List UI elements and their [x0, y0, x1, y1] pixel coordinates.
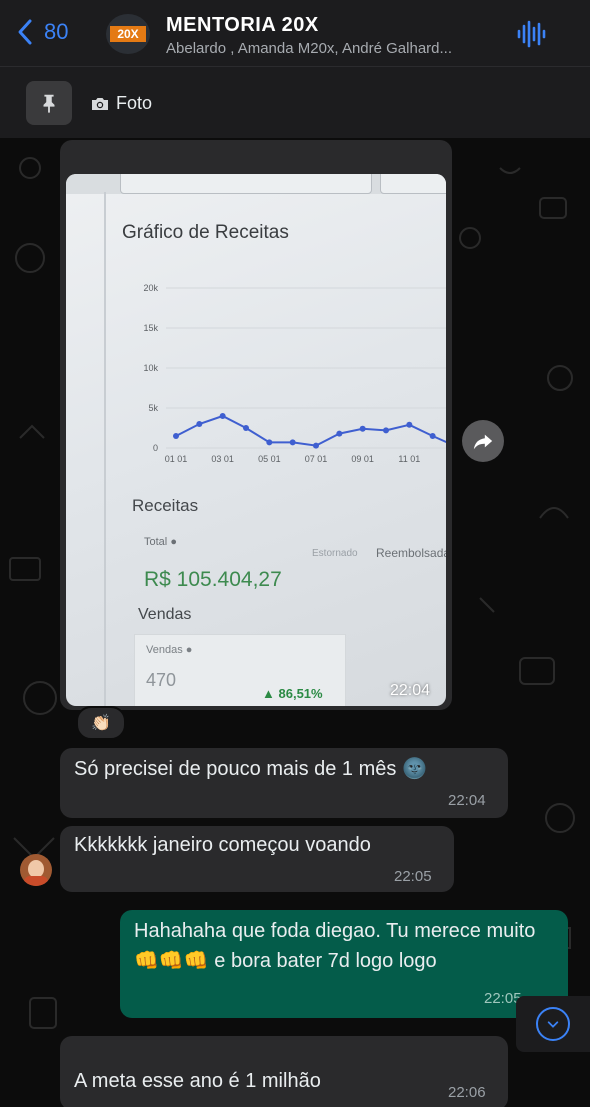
chart-data-point — [219, 413, 226, 419]
photo-total-label: Total ● — [144, 536, 177, 548]
chart-data-point — [336, 430, 343, 437]
chart-x-tick-label: 09 01 — [351, 454, 374, 464]
photo-vendas-value: 470 — [146, 670, 177, 690]
forward-button[interactable] — [462, 420, 504, 462]
chat-participants[interactable]: Abelardo , Amanda M20x, André Galhard... — [166, 40, 496, 57]
message-text: Hahahaha que foda diegao. Tu merece muit… — [134, 920, 536, 972]
message-bubble[interactable]: A meta esse ano é 1 milhão 22:06 — [60, 1036, 508, 1107]
chart-data-point — [383, 427, 389, 434]
message-bubble-outgoing[interactable]: Hahahaha que foda diegao. Tu merece muit… — [120, 910, 568, 1018]
chart-series-line — [175, 414, 446, 447]
photo-vendas-change: ▲ 86,51% — [262, 686, 323, 701]
message-text: Kkkkkkk janeiro começou voando — [74, 834, 371, 856]
group-avatar[interactable]: 20X — [106, 14, 150, 54]
pinned-message-bar[interactable]: Foto — [0, 66, 590, 139]
unread-count: 80 — [44, 19, 69, 44]
voice-chat-icon[interactable] — [516, 20, 546, 48]
photo-frame-edge — [104, 192, 106, 706]
chart-photo[interactable]: Gráfico de Receitas 0 5k 10k 15k 20k 01 01 03 … — [66, 174, 446, 706]
message-text: A meta esse ano é 1 milhão — [74, 1070, 321, 1092]
chart-data-point — [173, 433, 179, 439]
revenue-line-chart: 0 5k 10k 15k 20k 01 01 03 01 05 01 07 01 09 01 11 … — [143, 283, 446, 464]
sender-avatar[interactable] — [20, 854, 52, 886]
pinned-label: Foto — [90, 93, 152, 114]
photo-estornado-label: Estornado — [312, 548, 358, 559]
chart-y-tick-label: 0 — [153, 443, 158, 453]
message-time: 22:04 — [448, 792, 486, 809]
photo-vendas-label: Vendas ● — [146, 644, 193, 656]
camera-icon — [92, 97, 108, 110]
chat-title[interactable]: MENTORIA 20X — [166, 14, 319, 37]
chart-x-tick-label: 05 01 — [258, 454, 281, 464]
chart-y-tick-label: 10k — [143, 363, 158, 373]
chat-area[interactable]: Gráfico de Receitas 0 5k 10k 15k 20k 01 01 03 … — [0, 138, 590, 1107]
chart-x-tick-label: 07 01 — [305, 454, 328, 464]
chart-data-point — [289, 439, 296, 446]
chart-y-tick-label: 5k — [148, 403, 158, 413]
photo-filter-pill — [120, 174, 372, 194]
chart-data-point — [359, 425, 366, 432]
chart-data-point — [406, 421, 413, 428]
chart-x-tick-label: 01 01 — [165, 454, 188, 464]
chart-data-point — [429, 433, 436, 439]
chevron-down-icon — [536, 1007, 570, 1041]
photo-message[interactable]: Gráfico de Receitas 0 5k 10k 15k 20k 01 01 03 … — [60, 140, 452, 710]
message-bubble[interactable]: Kkkkkkk janeiro começou voando 22:05 — [60, 826, 454, 892]
chart-y-tick-label: 15k — [143, 323, 158, 333]
message-bubble[interactable]: Só precisei de pouco mais de 1 mês 🌚 22:… — [60, 748, 508, 818]
photo-section-receitas: Receitas — [132, 496, 199, 515]
message-time: 22:04 — [390, 682, 431, 699]
chat-header: 80 20X MENTORIA 20X Abelardo , Amanda M2… — [0, 0, 590, 66]
chart-data-point — [266, 439, 273, 446]
info-icon: ● — [185, 644, 193, 656]
pin-icon — [26, 81, 72, 125]
chevron-left-icon — [18, 19, 32, 45]
chart-data-point — [196, 421, 203, 427]
forward-arrow-icon — [473, 434, 493, 450]
group-avatar-badge: 20X — [110, 26, 146, 42]
back-button[interactable]: 80 — [16, 18, 68, 46]
photo-reembolsado-label: Reembolsada — [376, 546, 446, 560]
message-time: 22:05 — [394, 868, 432, 885]
chart-y-tick-label: 20k — [143, 283, 158, 293]
arrow-up-icon: ▲ — [262, 686, 275, 701]
chart-data-point — [243, 425, 249, 431]
photo-chart-title: Gráfico de Receitas — [122, 222, 289, 243]
scroll-to-bottom-button[interactable] — [516, 996, 590, 1052]
message-time: 22:06 — [448, 1084, 486, 1101]
reaction-badge[interactable]: 👏🏻 — [76, 706, 126, 740]
photo-filter-pill — [380, 174, 446, 194]
chart-data-point — [313, 442, 319, 449]
photo-section-vendas: Vendas — [138, 606, 192, 623]
avatar-body — [24, 876, 48, 886]
info-icon: ● — [170, 536, 177, 548]
photo-total-value: R$ 105.404,27 — [144, 568, 282, 591]
message-text: Só precisei de pouco mais de 1 mês 🌚 — [74, 758, 427, 780]
pinned-text: Foto — [116, 93, 153, 113]
chart-x-tick-label: 11 01 — [398, 454, 420, 464]
chart-x-tick-label: 03 01 — [211, 454, 234, 464]
